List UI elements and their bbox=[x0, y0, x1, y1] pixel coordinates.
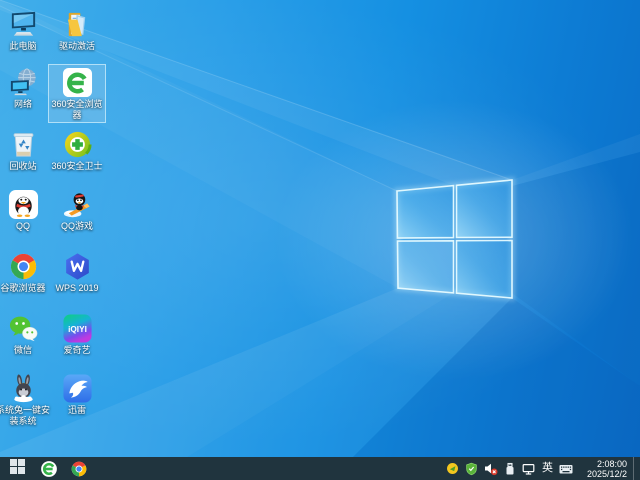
this-pc-icon bbox=[8, 9, 39, 40]
desktop-icon-network[interactable]: 网络 bbox=[0, 64, 52, 112]
taskbar-chrome-button[interactable] bbox=[64, 457, 94, 480]
usb-device-icon[interactable] bbox=[504, 457, 516, 480]
360-shield-tray-icon[interactable] bbox=[465, 457, 478, 480]
recycle-bin-icon bbox=[8, 129, 39, 160]
icon-label: 360安全浏览器 bbox=[51, 99, 103, 120]
desktop-icon-wechat[interactable]: 微信 bbox=[0, 310, 52, 358]
icon-label: QQ bbox=[15, 221, 30, 231]
clock-time: 2:08:00 bbox=[596, 459, 627, 469]
desktop-icon-chrome[interactable]: 谷歌浏览器 bbox=[0, 248, 52, 296]
icon-label: 爱奇艺 bbox=[63, 345, 91, 355]
qq-games-icon bbox=[62, 189, 93, 220]
360-safe-guard-icon bbox=[62, 129, 93, 160]
qq-icon bbox=[8, 189, 39, 220]
desktop-icon-iqiyi[interactable]: iQIYI 爱奇艺 bbox=[48, 310, 106, 358]
icon-label: QQ游戏 bbox=[60, 221, 93, 231]
network-globe-icon bbox=[8, 67, 39, 98]
icon-label: 360安全卫士 bbox=[51, 161, 103, 171]
chrome-icon bbox=[8, 251, 39, 282]
taskbar: 英 2:08:00 2025/12/2 bbox=[0, 457, 640, 480]
volume-muted-icon[interactable] bbox=[484, 457, 498, 480]
iqiyi-icon: iQIYI bbox=[62, 313, 93, 344]
desktop-icon-qq-games[interactable]: QQ游戏 bbox=[48, 186, 106, 234]
clock-date: 2025/12/2 bbox=[586, 469, 627, 479]
svg-text:iQIYI: iQIYI bbox=[68, 325, 87, 334]
icon-label: 微信 bbox=[13, 345, 32, 355]
system-rabbit-icon bbox=[8, 373, 39, 404]
taskbar-360-browser-button[interactable] bbox=[34, 457, 64, 480]
icon-label: 驱动激活 bbox=[58, 41, 95, 51]
icon-label: 谷歌浏览器 bbox=[0, 283, 46, 293]
icon-label: 迅雷 bbox=[67, 405, 86, 415]
desktop-icon-360-safe-browser[interactable]: 360安全浏览器 bbox=[48, 64, 106, 123]
touch-keyboard-icon[interactable] bbox=[559, 457, 573, 480]
desktop-icon-wps-2019[interactable]: WPS 2019 bbox=[48, 248, 106, 296]
start-button[interactable] bbox=[0, 457, 34, 480]
desktop-icon-360-safe-guard[interactable]: 360安全卫士 bbox=[48, 126, 106, 174]
icon-label: 此电脑 bbox=[9, 41, 37, 51]
wechat-icon bbox=[8, 313, 39, 344]
icon-label: 系统兔一键安装系统 bbox=[0, 405, 50, 426]
icon-label: 网络 bbox=[13, 99, 32, 109]
icon-label: 回收站 bbox=[9, 161, 37, 171]
360-safe-browser-icon bbox=[62, 67, 93, 98]
ime-indicator[interactable]: 英 bbox=[542, 457, 553, 480]
360-safe-browser-icon bbox=[40, 460, 58, 478]
360-antivirus-tray-icon[interactable] bbox=[446, 457, 459, 480]
windows-start-icon bbox=[9, 458, 25, 479]
desktop-icon-xunlei[interactable]: 迅雷 bbox=[48, 370, 106, 418]
network-tray-icon[interactable] bbox=[522, 457, 536, 480]
chrome-icon bbox=[70, 460, 88, 478]
driver-activation-folder-icon bbox=[62, 9, 93, 40]
desktop[interactable]: 此电脑 驱动激活 网络 360安全浏览器 回收站 360安全卫士 QQ QQ游戏… bbox=[0, 0, 640, 480]
desktop-icon-recycle-bin[interactable]: 回收站 bbox=[0, 126, 52, 174]
desktop-icon-system-rabbit-installer[interactable]: 系统兔一键安装系统 bbox=[0, 370, 52, 429]
xunlei-bird-icon bbox=[62, 373, 93, 404]
show-desktop-button[interactable] bbox=[633, 457, 637, 480]
icon-label: WPS 2019 bbox=[55, 283, 99, 293]
wps-2019-icon bbox=[62, 251, 93, 282]
desktop-icon-qq[interactable]: QQ bbox=[0, 186, 52, 234]
desktop-icon-driver-activation[interactable]: 驱动激活 bbox=[48, 6, 106, 54]
desktop-icon-this-pc[interactable]: 此电脑 bbox=[0, 6, 52, 54]
system-tray: 英 2:08:00 2025/12/2 bbox=[446, 457, 640, 480]
taskbar-clock[interactable]: 2:08:00 2025/12/2 bbox=[579, 458, 627, 479]
